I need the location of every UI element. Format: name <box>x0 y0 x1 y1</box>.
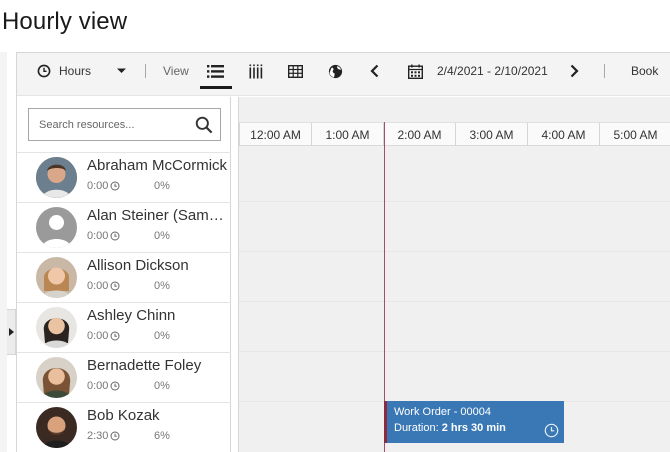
resource-hours: 0:00 <box>87 180 120 192</box>
previous-range-button[interactable] <box>370 53 379 89</box>
timeline-header: 12:00 AM 1:00 AM 2:00 AM 3:00 AM 4:00 AM… <box>239 122 670 146</box>
resource-name: Allison Dickson <box>87 257 189 274</box>
grid-row-line <box>239 251 670 252</box>
date-range-text: 2/4/2021 - 2/10/2021 <box>437 64 548 78</box>
resource-utilization: 0% <box>154 230 170 242</box>
chevron-down-icon <box>117 68 127 73</box>
resource-hours: 0:00 <box>87 280 120 292</box>
resource-name: Bernadette Foley <box>87 357 202 374</box>
clock-icon <box>544 423 559 438</box>
map-view-button[interactable] <box>328 53 343 89</box>
clock-icon <box>110 231 120 241</box>
date-range-picker[interactable]: 2/4/2021 - 2/10/2021 <box>408 53 548 89</box>
resource-utilization: 0% <box>154 180 170 192</box>
resource-utilization: 0% <box>154 280 170 292</box>
schedule-grid[interactable]: 12:00 AM 1:00 AM 2:00 AM 3:00 AM 4:00 AM… <box>238 97 670 452</box>
table-view-icon <box>288 64 303 78</box>
separator <box>145 64 146 78</box>
booking-block[interactable]: Work Order - 00004 Duration: 2 hrs 30 mi… <box>384 401 564 443</box>
schedule-board: Hours View 2/4/2021 - 2/10/2021 Book Sea… <box>16 52 670 452</box>
hour-label: 2:00 AM <box>383 123 455 146</box>
chevron-left-icon <box>370 64 379 78</box>
resource-row[interactable]: Allison Dickson 0:00 0% <box>17 252 231 302</box>
calendar-icon <box>408 64 423 79</box>
list-view-icon <box>207 64 224 78</box>
resource-panel: Abraham McCormick 0:00 0% Alan Steiner (… <box>17 97 231 452</box>
view-label: View <box>163 64 189 78</box>
book-button[interactable]: Book <box>631 53 658 89</box>
period-selector[interactable]: Hours <box>37 53 127 89</box>
clock-icon <box>110 381 120 391</box>
hour-label: 12:00 AM <box>239 123 311 146</box>
resource-row[interactable]: Alan Steiner (Sample Data) 0:00 0% <box>17 202 231 252</box>
search-box <box>28 108 221 141</box>
resource-name: Bob Kozak <box>87 407 160 424</box>
hour-label: 4:00 AM <box>527 123 599 146</box>
columns-view-icon <box>249 64 263 78</box>
resource-hours: 0:00 <box>87 380 120 392</box>
booking-title: Work Order - 00004 <box>394 406 492 418</box>
clock-icon <box>110 281 120 291</box>
next-range-button[interactable] <box>570 53 579 89</box>
resource-utilization: 0% <box>154 330 170 342</box>
clock-icon <box>37 64 51 78</box>
resource-hours: 0:00 <box>87 230 120 242</box>
clock-icon <box>110 431 120 441</box>
resource-row[interactable]: Bernadette Foley 0:00 0% <box>17 352 231 402</box>
avatar <box>36 257 77 298</box>
resource-name: Ashley Chinn <box>87 307 176 324</box>
avatar <box>36 357 77 398</box>
resource-name: Abraham McCormick <box>87 157 228 174</box>
resource-utilization: 0% <box>154 380 170 392</box>
grid-row-line <box>239 351 670 352</box>
avatar <box>36 157 77 198</box>
expand-panel-button[interactable] <box>7 309 16 355</box>
resource-hours: 2:30 <box>87 430 120 442</box>
hour-label: 3:00 AM <box>455 123 527 146</box>
schedule-board-page: Hourly view Hours View 2/4/2021 - 2/10/2… <box>0 0 670 452</box>
grid-view-button[interactable] <box>288 53 303 89</box>
avatar-placeholder-icon <box>36 207 77 248</box>
resource-row[interactable]: Abraham McCormick 0:00 0% <box>17 152 231 202</box>
resource-utilization: 6% <box>154 430 170 442</box>
grid-row-line <box>239 301 670 302</box>
list-view-button[interactable] <box>207 53 224 89</box>
booking-duration: Duration: 2 hrs 30 min <box>394 422 506 434</box>
clock-icon <box>110 331 120 341</box>
search-input[interactable] <box>29 109 189 140</box>
globe-icon <box>328 64 343 78</box>
vertical-view-button[interactable] <box>249 53 263 89</box>
avatar <box>36 407 77 448</box>
toolbar: Hours View 2/4/2021 - 2/10/2021 Book <box>17 53 670 96</box>
chevron-right-icon <box>570 64 579 78</box>
separator <box>604 64 605 78</box>
avatar <box>36 307 77 348</box>
left-rail <box>0 52 7 452</box>
grid-row-line <box>239 201 670 202</box>
clock-icon <box>110 181 120 191</box>
hour-label: 5:00 AM <box>599 123 670 146</box>
resource-name: Alan Steiner (Sample Data) <box>87 207 231 224</box>
page-title: Hourly view <box>2 8 128 35</box>
resource-hours: 0:00 <box>87 330 120 342</box>
search-icon[interactable] <box>195 116 213 134</box>
active-view-indicator <box>200 86 232 89</box>
resource-row[interactable]: Ashley Chinn 0:00 0% <box>17 302 231 352</box>
resource-row[interactable]: Bob Kozak 2:30 6% <box>17 402 231 452</box>
period-label: Hours <box>59 64 92 78</box>
hour-label: 1:00 AM <box>311 123 383 146</box>
caret-right-icon <box>8 328 14 336</box>
